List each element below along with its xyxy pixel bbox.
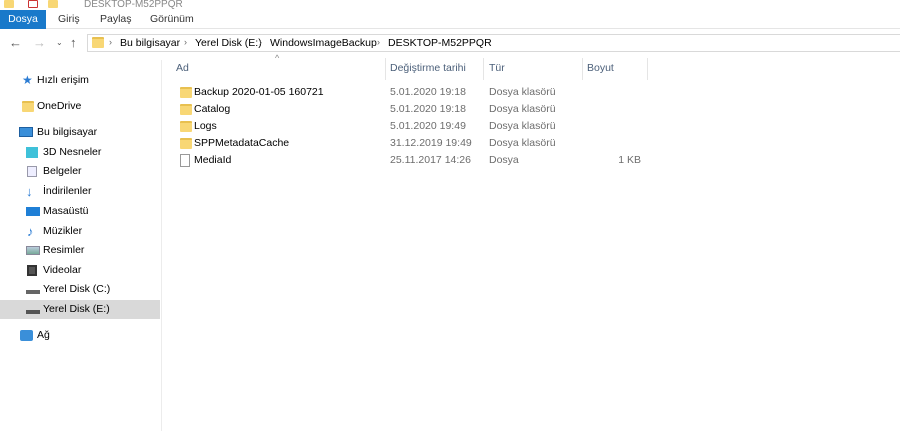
chevron-right-icon[interactable]: ›	[184, 37, 187, 47]
sidebar-item-bu-bilgisayar[interactable]: Bu bilgisayar	[0, 123, 160, 142]
file-name: Catalog	[194, 103, 231, 115]
back-icon[interactable]: ←	[9, 34, 22, 52]
file-name: MediaId	[194, 154, 232, 166]
sidebar-item-resimler[interactable]: Resimler	[0, 241, 160, 260]
chevron-right-icon[interactable]: ›	[109, 37, 112, 47]
file-size: 1 KB	[618, 154, 641, 166]
file-type: Dosya klasörü	[489, 103, 556, 115]
file-icon	[180, 154, 190, 167]
sidebar-item-ag[interactable]: Ağ	[0, 326, 160, 345]
file-row[interactable]: MediaId 25.11.2017 14:26 Dosya 1 KB	[170, 152, 650, 169]
tab-gorunum[interactable]: Görünüm	[142, 10, 202, 29]
tab-giris[interactable]: Giriş	[50, 10, 88, 29]
file-date: 31.12.2019 19:49	[390, 137, 472, 149]
folder-icon	[180, 138, 192, 149]
onedrive-folder-icon	[22, 101, 34, 112]
star-icon: ★	[22, 73, 33, 87]
sidebar-item-yerel-disk-e[interactable]: Yerel Disk (E:)	[0, 300, 160, 319]
title-bar: DESKTOP-M52PPQR	[0, 0, 900, 10]
column-divider[interactable]	[483, 58, 484, 80]
recent-dropdown-icon[interactable]: ⌄	[56, 34, 63, 52]
column-header-ad[interactable]: Ad	[176, 60, 384, 80]
network-icon	[20, 330, 33, 341]
sidebar-item-videolar[interactable]: Videolar	[0, 261, 160, 280]
desktop-icon	[26, 207, 40, 216]
sidebar-item-3d-nesneler[interactable]: 3D Nesneler	[0, 143, 160, 162]
file-name: Backup 2020-01-05 160721	[194, 86, 324, 98]
file-date: 5.01.2020 19:18	[390, 86, 466, 98]
tab-paylas[interactable]: Paylaş	[92, 10, 140, 29]
sidebar-item-masaustu[interactable]: Masaüstü	[0, 202, 160, 221]
sidebar-item-indirilenler[interactable]: ↓ İndirilenler	[0, 182, 160, 201]
ribbon-tabs: Dosya Giriş Paylaş Görünüm	[0, 10, 900, 29]
breadcrumb-bu-bilgisayar[interactable]: Bu bilgisayar	[120, 37, 180, 49]
file-type: Dosya klasörü	[489, 137, 556, 149]
file-type: Dosya	[489, 154, 519, 166]
column-header-size[interactable]: Boyut	[587, 60, 645, 80]
navigation-pane: ★ Hızlı erişim OneDrive Bu bilgisayar 3D …	[0, 60, 162, 431]
file-row[interactable]: Backup 2020-01-05 160721 5.01.2020 19:18 D…	[170, 84, 650, 101]
music-icon: ♪	[27, 224, 34, 239]
file-row[interactable]: Catalog 5.01.2020 19:18 Dosya klasörü	[170, 101, 650, 118]
computer-icon	[19, 127, 33, 137]
sidebar-item-yerel-disk-c[interactable]: Yerel Disk (C:)	[0, 280, 160, 299]
file-row[interactable]: SPPMetadataCache 31.12.2019 19:49 Dosya kl…	[170, 135, 650, 152]
videos-icon	[27, 265, 37, 276]
documents-icon	[27, 166, 37, 177]
drive-e-icon	[26, 310, 40, 314]
breadcrumb-windowsimagebackup[interactable]: WindowsImageBackup	[270, 37, 377, 49]
chevron-right-icon[interactable]: ›	[377, 37, 380, 47]
sidebar-item-muzikler[interactable]: ♪ Müzikler	[0, 222, 160, 241]
file-name: Logs	[194, 120, 217, 132]
sidebar-item-belgeler[interactable]: Belgeler	[0, 162, 160, 181]
window-title: DESKTOP-M52PPQR	[84, 0, 183, 10]
folder-icon	[180, 121, 192, 132]
column-header-date[interactable]: Değiştirme tarihi	[390, 60, 482, 80]
column-divider[interactable]	[582, 58, 583, 80]
file-name: SPPMetadataCache	[194, 137, 290, 149]
tab-dosya[interactable]: Dosya	[0, 10, 46, 29]
file-type: Dosya klasörü	[489, 86, 556, 98]
folder-icon	[4, 0, 14, 8]
sidebar-item-onedrive[interactable]: OneDrive	[0, 97, 160, 116]
properties-icon[interactable]	[28, 0, 38, 8]
forward-icon[interactable]: →	[33, 34, 46, 52]
file-date: 5.01.2020 19:49	[390, 120, 466, 132]
downloads-icon: ↓	[26, 184, 33, 199]
address-bar[interactable]: › Bu bilgisayar › Yerel Disk (E:) › Wind…	[87, 34, 900, 52]
breadcrumb-yerel-disk-e[interactable]: Yerel Disk (E:)	[195, 37, 262, 49]
new-folder-icon[interactable]	[48, 0, 58, 8]
breadcrumb-desktop[interactable]: DESKTOP-M52PPQR	[388, 37, 492, 49]
chevron-right-icon[interactable]: ›	[259, 37, 262, 47]
pictures-icon	[26, 246, 40, 255]
folder-icon	[180, 104, 192, 115]
drive-c-icon	[26, 290, 40, 294]
file-type: Dosya klasörü	[489, 120, 556, 132]
sidebar-item-hizli-erisim[interactable]: ★ Hızlı erişim	[0, 71, 160, 90]
file-date: 25.11.2017 14:26	[390, 154, 471, 166]
navigation-bar: ← → ⌄ ↑ › Bu bilgisayar › Yerel Disk (E:…	[0, 34, 900, 52]
column-divider[interactable]	[647, 58, 648, 80]
column-divider[interactable]	[385, 58, 386, 80]
column-header-type[interactable]: Tür	[489, 60, 581, 80]
up-icon[interactable]: ↑	[70, 34, 77, 52]
file-row[interactable]: Logs 5.01.2020 19:49 Dosya klasörü	[170, 118, 650, 135]
3d-objects-icon	[26, 147, 38, 158]
folder-icon	[92, 37, 104, 48]
file-date: 5.01.2020 19:18	[390, 103, 466, 115]
folder-icon	[180, 87, 192, 98]
